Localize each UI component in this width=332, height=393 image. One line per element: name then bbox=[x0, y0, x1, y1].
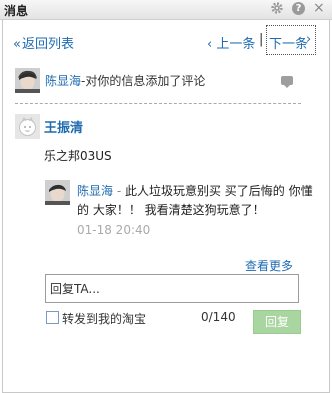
divider bbox=[15, 103, 301, 104]
comment-user-link[interactable]: 陈显海 bbox=[77, 184, 113, 198]
next-message-label: 下一条 bbox=[269, 37, 309, 52]
back-to-list-label: 返回列表 bbox=[21, 37, 74, 52]
comment-item: 陈显海 - 此人垃圾玩意别买 买了后悔的 你懂的 大家！！ 我看清楚这狗玩意了！… bbox=[45, 178, 313, 238]
comment-text: 陈显海 - 此人垃圾玩意别买 买了后悔的 你懂的 大家！！ 我看清楚这狗玩意了！ bbox=[77, 182, 315, 220]
window-title: 消息 bbox=[4, 4, 29, 18]
comment-bubble-icon bbox=[281, 76, 293, 88]
message-panel: «返回列表 ‹ 上一条 | 下一条 › 陈显海-对你的信息添加了评论 王振清 乐… bbox=[2, 20, 330, 393]
reply-input[interactable] bbox=[45, 274, 299, 303]
prev-message-label: 上一条 bbox=[216, 37, 256, 52]
chevron-right-icon: › bbox=[306, 32, 312, 47]
forward-checkbox[interactable] bbox=[46, 311, 59, 324]
post-author-link[interactable]: 王振清 bbox=[44, 117, 83, 136]
forward-label: 转发到我的淘宝 bbox=[62, 312, 147, 326]
comment-time: 01-18 20:40 bbox=[77, 223, 151, 237]
help-icon[interactable]: ? bbox=[292, 2, 305, 15]
next-message-link[interactable]: 下一条 › bbox=[266, 25, 316, 55]
back-to-list-link[interactable]: «返回列表 bbox=[13, 33, 74, 52]
avatar[interactable] bbox=[15, 68, 40, 93]
reply-button[interactable]: 回复 bbox=[253, 310, 301, 334]
message-nav: «返回列表 ‹ 上一条 | 下一条 › bbox=[3, 20, 329, 60]
notification-text: 陈显海-对你的信息添加了评论 bbox=[45, 72, 205, 89]
close-icon[interactable]: × bbox=[313, 0, 325, 16]
notification-user-link[interactable]: 陈显海 bbox=[45, 74, 81, 88]
avatar[interactable] bbox=[45, 180, 70, 205]
double-chevron-left-icon: « bbox=[13, 37, 21, 52]
chevron-left-icon: ‹ bbox=[207, 37, 213, 52]
gear-icon[interactable] bbox=[270, 1, 284, 15]
default-avatar[interactable] bbox=[15, 114, 40, 139]
nav-separator: | bbox=[259, 32, 264, 47]
comment-dash: - bbox=[113, 184, 125, 198]
notification-row: 陈显海-对你的信息添加了评论 bbox=[15, 68, 315, 94]
char-counter: 0/140 bbox=[201, 310, 236, 324]
prev-message-link[interactable]: ‹ 上一条 bbox=[207, 33, 255, 52]
post-text: 乐之邦03US bbox=[44, 149, 112, 163]
window-titlebar: 消息 ? × bbox=[0, 0, 332, 20]
see-more-link[interactable]: 查看更多 bbox=[245, 257, 293, 274]
notification-action: -对你的信息添加了评论 bbox=[81, 74, 206, 88]
